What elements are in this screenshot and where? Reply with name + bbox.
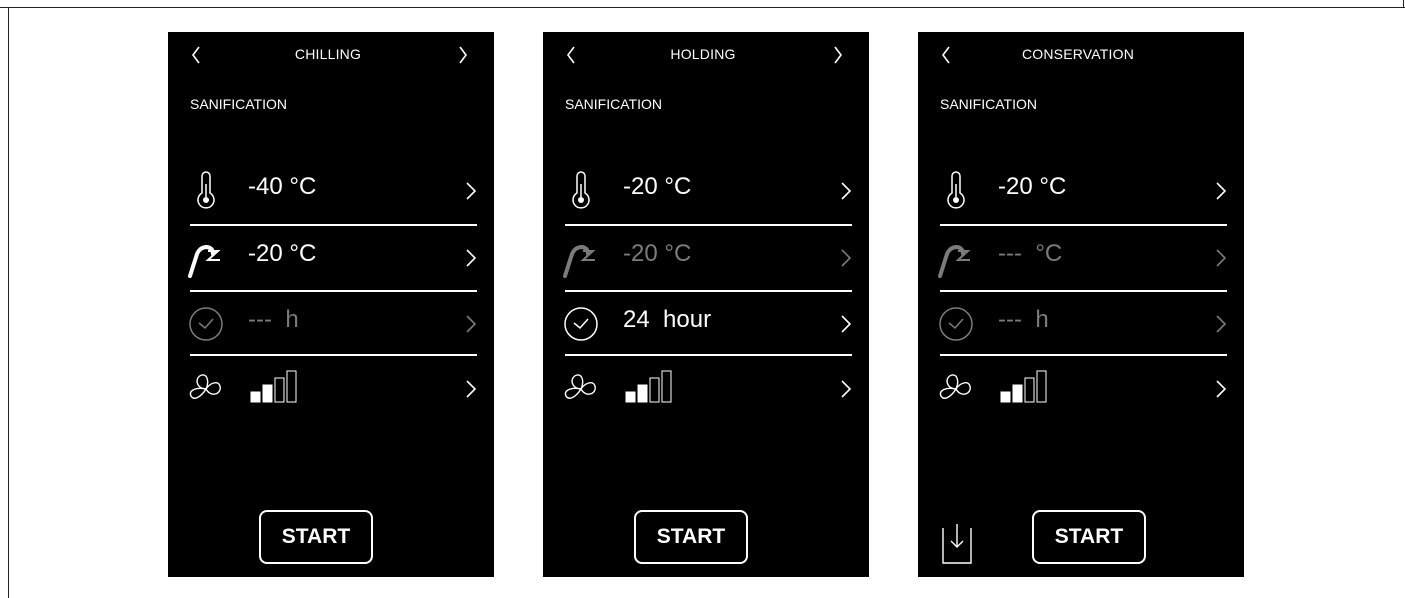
fan-icon xyxy=(189,374,221,399)
chevron-left-icon xyxy=(567,46,575,64)
clock-icon xyxy=(189,307,223,341)
divider xyxy=(190,354,477,356)
fan-speed-bar xyxy=(661,370,672,403)
setting-row-temperature[interactable]: -20 °C xyxy=(557,166,857,216)
frame-right-border xyxy=(1403,0,1404,8)
thermometer-icon xyxy=(572,171,590,209)
thermometer-icon xyxy=(197,171,215,209)
temperature-value: -40 °C xyxy=(248,173,317,200)
chevron-left-icon xyxy=(192,46,200,64)
prev-button[interactable] xyxy=(559,41,583,69)
fan-speed-bar xyxy=(262,384,273,403)
divider xyxy=(565,354,852,356)
clock-icon xyxy=(939,307,973,341)
setting-row-temperature[interactable]: -40 °C xyxy=(182,166,482,216)
divider xyxy=(940,224,1227,226)
fan-speed-bar xyxy=(649,377,660,403)
chevron-right-icon xyxy=(1216,315,1227,333)
divider xyxy=(940,354,1227,356)
fan-speed-bar xyxy=(286,370,297,403)
frame-left-border xyxy=(8,7,9,598)
chevron-right-icon xyxy=(841,182,852,200)
divider xyxy=(565,224,852,226)
probe-icon xyxy=(188,244,221,278)
chevron-right-icon xyxy=(841,380,852,398)
panel-conservation: CONSERVATION SANIFICATION -20 °C --- °C … xyxy=(918,32,1244,577)
divider xyxy=(940,290,1227,292)
setting-row-fan[interactable] xyxy=(182,364,482,414)
probe-value: --- °C xyxy=(998,240,1063,267)
chevron-right-icon xyxy=(466,315,477,333)
panel-holding: HOLDING SANIFICATION -20 °C -20 °C 24 ho… xyxy=(543,32,869,577)
thermometer-icon xyxy=(947,171,965,209)
probe-value: -20 °C xyxy=(623,240,692,267)
fan-speed-bar xyxy=(1000,391,1011,403)
clock-icon xyxy=(564,307,598,341)
fan-speed-bar xyxy=(1012,384,1023,403)
setting-row-temperature[interactable]: -20 °C xyxy=(932,166,1232,216)
chevron-left-icon xyxy=(942,46,950,64)
panel-chilling: CHILLING SANIFICATION -40 °C -20 °C --- … xyxy=(168,32,494,577)
fan-icon xyxy=(939,374,971,399)
divider xyxy=(565,290,852,292)
chevron-right-icon xyxy=(834,46,842,64)
fan-icon xyxy=(564,374,596,399)
chevron-right-icon xyxy=(466,182,477,200)
chevron-right-icon xyxy=(466,249,477,267)
fan-speed-bar xyxy=(1036,370,1047,403)
duration-value: --- h xyxy=(998,306,1049,333)
subtitle: SANIFICATION xyxy=(565,96,662,112)
setting-row-duration[interactable]: 24 hour xyxy=(557,299,857,349)
setting-row-probe[interactable]: --- °C xyxy=(932,233,1232,283)
page-title: CHILLING xyxy=(294,46,362,62)
duration-value: 24 hour xyxy=(623,306,712,333)
probe-icon xyxy=(563,244,596,278)
download-button[interactable] xyxy=(942,522,972,564)
start-button[interactable]: START xyxy=(259,510,373,564)
setting-row-probe[interactable]: -20 °C xyxy=(557,233,857,283)
setting-row-fan[interactable] xyxy=(932,364,1232,414)
temperature-value: -20 °C xyxy=(623,173,692,200)
chevron-right-icon xyxy=(466,380,477,398)
temperature-value: -20 °C xyxy=(998,173,1067,200)
fan-speed-bar xyxy=(250,391,261,403)
fan-speed-indicator xyxy=(250,370,297,403)
fan-speed-indicator xyxy=(625,370,672,403)
chevron-right-icon xyxy=(1216,249,1227,267)
setting-row-duration[interactable]: --- h xyxy=(932,299,1232,349)
next-button[interactable] xyxy=(451,41,475,69)
frame-top-border xyxy=(0,0,1405,8)
chevron-right-icon xyxy=(841,315,852,333)
prev-button[interactable] xyxy=(184,41,208,69)
setting-row-probe[interactable]: -20 °C xyxy=(182,233,482,283)
chevron-right-icon xyxy=(1216,182,1227,200)
fan-speed-indicator xyxy=(1000,370,1047,403)
probe-value: -20 °C xyxy=(248,240,317,267)
fan-speed-bar xyxy=(274,377,285,403)
chevron-right-icon xyxy=(1216,380,1227,398)
setting-row-fan[interactable] xyxy=(557,364,857,414)
divider xyxy=(190,290,477,292)
fan-speed-bar xyxy=(1024,377,1035,403)
setting-row-duration[interactable]: --- h xyxy=(182,299,482,349)
download-icon xyxy=(942,524,972,564)
prev-button[interactable] xyxy=(934,41,958,69)
chevron-right-icon xyxy=(841,249,852,267)
chevron-right-icon xyxy=(459,46,467,64)
start-button[interactable]: START xyxy=(634,510,748,564)
duration-value: --- h xyxy=(248,306,299,333)
fan-speed-bar xyxy=(637,384,648,403)
probe-icon xyxy=(938,244,971,278)
start-button[interactable]: START xyxy=(1032,510,1146,564)
subtitle: SANIFICATION xyxy=(190,96,287,112)
divider xyxy=(190,224,477,226)
subtitle: SANIFICATION xyxy=(940,96,1037,112)
fan-speed-bar xyxy=(625,391,636,403)
page-title: CONSERVATION xyxy=(1021,46,1135,62)
page-title: HOLDING xyxy=(670,46,736,62)
next-button[interactable] xyxy=(826,41,850,69)
